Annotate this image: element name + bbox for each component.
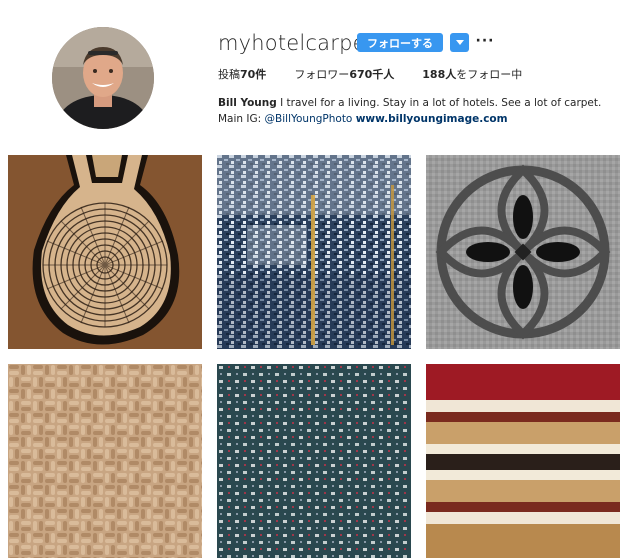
followers-count: 670千人	[349, 68, 395, 81]
post-teal-dots[interactable]	[217, 364, 411, 558]
profile-username: myhotelcarpet	[218, 31, 375, 55]
post-red-stripes[interactable]	[426, 364, 620, 558]
post-blue-speckled[interactable]	[217, 155, 411, 349]
profile-avatar[interactable]	[52, 27, 154, 129]
red-stripes-photo	[426, 364, 620, 558]
post-round-rug[interactable]	[8, 155, 202, 349]
following-label: をフォロー中	[456, 68, 523, 81]
followers-stat[interactable]: フォロワー670千人	[294, 66, 394, 82]
post-tan-basketweave[interactable]	[8, 364, 202, 558]
suggestions-dropdown-button[interactable]	[450, 33, 469, 52]
following-stat[interactable]: 188人をフォロー中	[422, 66, 522, 82]
bio-mention-link[interactable]: @BillYoungPhoto	[265, 113, 353, 125]
profile-stats: 投稿70件 フォロワー670千人 188人をフォロー中	[218, 66, 550, 82]
followers-label: フォロワー	[294, 68, 350, 81]
chevron-down-icon	[455, 39, 464, 45]
bio-name: Bill Young	[218, 97, 277, 109]
more-options-button[interactable]: ···	[476, 31, 494, 50]
following-count: 188人	[422, 68, 457, 81]
tan-basketweave-photo	[8, 364, 202, 558]
posts-count: 70件	[240, 68, 267, 81]
gray-medallion-photo	[426, 155, 620, 349]
posts-stat: 投稿70件	[218, 66, 266, 82]
teal-dots-photo	[217, 364, 411, 558]
post-gray-medallion[interactable]	[426, 155, 620, 349]
bio-website-link[interactable]: www.billyoungimage.com	[356, 113, 508, 125]
blue-speckled-photo	[217, 155, 411, 349]
posts-label: 投稿	[218, 68, 240, 81]
round-rug-photo	[8, 155, 202, 349]
follow-button[interactable]: フォローする	[357, 33, 443, 52]
profile-bio: Bill Young I travel for a living. Stay i…	[218, 95, 618, 127]
